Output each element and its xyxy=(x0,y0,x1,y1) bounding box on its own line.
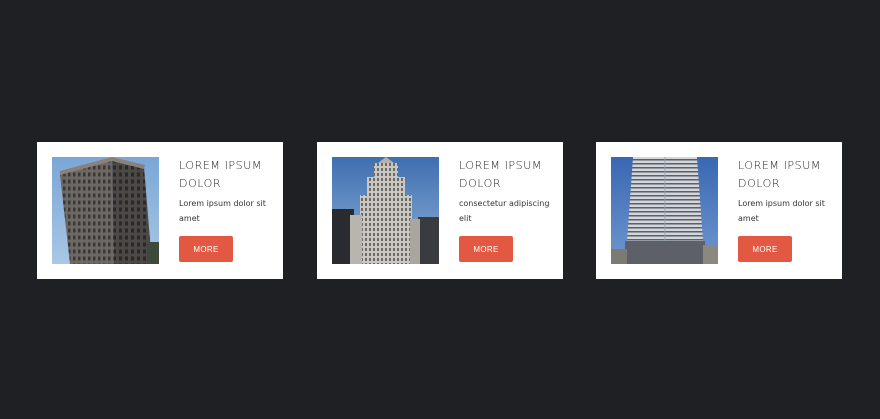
card-image xyxy=(332,157,439,264)
more-button[interactable]: MORE xyxy=(459,236,513,262)
building-photo-icon xyxy=(611,157,718,264)
card-description: consectetur adipiscing elit xyxy=(459,199,550,223)
card-2: LOREM IPSUM DOLOR consectetur adipiscing… xyxy=(317,142,563,279)
card-title: LOREM IPSUM DOLOR xyxy=(738,159,821,190)
card-description: Lorem ipsum dolor sit amet xyxy=(738,199,825,223)
building-photo-icon xyxy=(52,157,159,264)
card-3: LOREM IPSUM DOLOR Lorem ipsum dolor sit … xyxy=(596,142,842,279)
more-button[interactable]: MORE xyxy=(738,236,792,262)
card-image xyxy=(52,157,159,264)
card-title: LOREM IPSUM DOLOR xyxy=(179,159,262,190)
card-1: LOREM IPSUM DOLOR Lorem ipsum dolor sit … xyxy=(37,142,283,279)
more-button[interactable]: MORE xyxy=(179,236,233,262)
card-description: Lorem ipsum dolor sit amet xyxy=(179,199,266,223)
building-photo-icon xyxy=(332,157,439,264)
card-image xyxy=(611,157,718,264)
card-title: LOREM IPSUM DOLOR xyxy=(459,159,542,190)
